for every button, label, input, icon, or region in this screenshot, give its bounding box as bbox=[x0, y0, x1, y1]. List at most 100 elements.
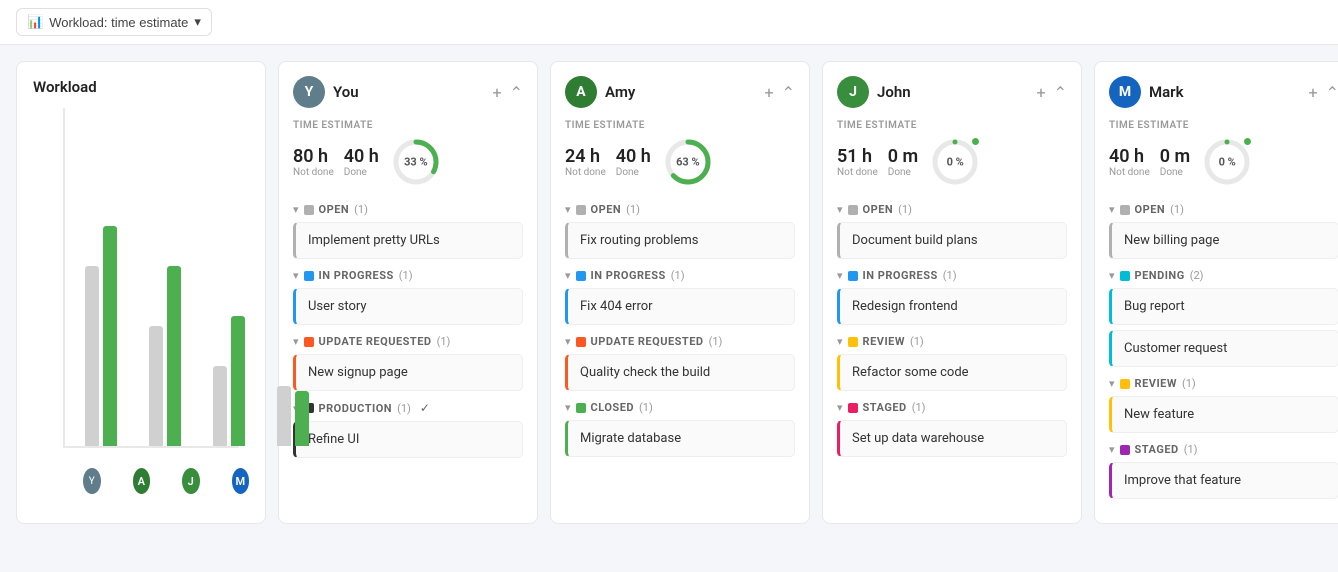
workload-button[interactable]: 📊 Workload: time estimate ▾ bbox=[16, 8, 212, 36]
te-label-3: TIME ESTIMATE bbox=[1109, 120, 1338, 131]
status-dot-3-3 bbox=[1120, 445, 1130, 455]
task-item-0-0-0[interactable]: Implement pretty URLs bbox=[293, 222, 523, 259]
task-item-1-1-0[interactable]: Fix 404 error bbox=[565, 288, 795, 325]
task-item-3-1-0[interactable]: Bug report bbox=[1109, 288, 1338, 325]
status-chevron-2-0: ▾ bbox=[837, 203, 843, 216]
task-item-1-0-0[interactable]: Fix routing problems bbox=[565, 222, 795, 259]
status-header-1-3[interactable]: ▾CLOSED(1) bbox=[565, 401, 795, 414]
donut-3: 0 % bbox=[1200, 135, 1254, 189]
status-group-3-2: ▾REVIEW(1) New feature bbox=[1109, 377, 1338, 433]
task-item-3-3-0[interactable]: Improve that feature bbox=[1109, 462, 1338, 499]
task-item-1-3-0[interactable]: Migrate database bbox=[565, 420, 795, 457]
person-info-3: MMark bbox=[1109, 76, 1184, 108]
te-notdone-val-2: 51 h bbox=[837, 146, 878, 167]
te-notdone-val-1: 24 h bbox=[565, 146, 606, 167]
status-header-0-2[interactable]: ▾UPDATE REQUESTED(1) bbox=[293, 335, 523, 348]
task-item-1-2-0[interactable]: Quality check the build bbox=[565, 354, 795, 391]
status-header-1-0[interactable]: ▾OPEN(1) bbox=[565, 203, 795, 216]
bar-green-1 bbox=[103, 226, 117, 446]
status-group-1-3: ▾CLOSED(1) Migrate database bbox=[565, 401, 795, 457]
task-item-2-3-0[interactable]: Set up data warehouse bbox=[837, 420, 1067, 457]
status-header-3-0[interactable]: ▾OPEN(1) bbox=[1109, 203, 1338, 216]
te-notdone-val-0: 80 h bbox=[293, 146, 334, 167]
status-name-3-2: REVIEW bbox=[1135, 377, 1177, 390]
status-header-0-3[interactable]: ▾PRODUCTION(1)✓ bbox=[293, 401, 523, 415]
check-icon-0-3: ✓ bbox=[420, 401, 430, 415]
add-icon-0[interactable]: + bbox=[493, 83, 502, 102]
status-group-2-3: ▾STAGED(1) Set up data warehouse bbox=[837, 401, 1067, 457]
status-name-2-1: IN PROGRESS bbox=[863, 269, 938, 282]
status-group-0-1: ▾IN PROGRESS(1) User story bbox=[293, 269, 523, 325]
bar-green-3 bbox=[231, 316, 245, 446]
avatar-amy: A bbox=[133, 468, 151, 494]
status-dot-1-3 bbox=[576, 403, 586, 413]
donut-2: 0 % bbox=[928, 135, 982, 189]
avatar-mark: M bbox=[232, 468, 250, 494]
donut-0: 33 % bbox=[389, 135, 443, 189]
te-row-1: 24 hNot done40 hDone 63 % bbox=[565, 135, 795, 189]
task-item-3-1-1[interactable]: Customer request bbox=[1109, 330, 1338, 367]
header-actions-1[interactable]: +⌃ bbox=[765, 83, 795, 102]
status-chevron-1-3: ▾ bbox=[565, 401, 571, 414]
task-item-2-1-0[interactable]: Redesign frontend bbox=[837, 288, 1067, 325]
top-bar: 📊 Workload: time estimate ▾ bbox=[0, 0, 1338, 45]
person-col-john: JJohn+⌃TIME ESTIMATE51 hNot done0 mDone … bbox=[822, 61, 1082, 524]
task-item-3-2-0[interactable]: New feature bbox=[1109, 396, 1338, 433]
status-header-2-1[interactable]: ▾IN PROGRESS(1) bbox=[837, 269, 1067, 282]
status-header-0-0[interactable]: ▾OPEN(1) bbox=[293, 203, 523, 216]
person-header-3: MMark+⌃ bbox=[1109, 76, 1338, 108]
collapse-icon-0[interactable]: ⌃ bbox=[510, 83, 523, 102]
status-header-3-2[interactable]: ▾REVIEW(1) bbox=[1109, 377, 1338, 390]
add-icon-2[interactable]: + bbox=[1037, 83, 1046, 102]
workload-label: Workload: time estimate bbox=[49, 15, 188, 30]
collapse-icon-2[interactable]: ⌃ bbox=[1054, 83, 1067, 102]
collapse-icon-3[interactable]: ⌃ bbox=[1326, 83, 1338, 102]
task-item-0-1-0[interactable]: User story bbox=[293, 288, 523, 325]
add-icon-1[interactable]: + bbox=[765, 83, 774, 102]
status-dot-0-0 bbox=[304, 205, 314, 215]
task-item-3-0-0[interactable]: New billing page bbox=[1109, 222, 1338, 259]
avatar-0: Y bbox=[293, 76, 325, 108]
person-col-mark: MMark+⌃TIME ESTIMATE40 hNot done0 mDone … bbox=[1094, 61, 1338, 524]
donut-label-2: 0 % bbox=[947, 156, 964, 169]
task-item-0-2-0[interactable]: New signup page bbox=[293, 354, 523, 391]
status-header-1-2[interactable]: ▾UPDATE REQUESTED(1) bbox=[565, 335, 795, 348]
person-info-2: J John bbox=[837, 76, 911, 108]
header-actions-0[interactable]: +⌃ bbox=[493, 83, 523, 102]
status-header-2-0[interactable]: ▾OPEN(1) bbox=[837, 203, 1067, 216]
status-group-0-3: ▾PRODUCTION(1)✓ Refine UI bbox=[293, 401, 523, 458]
person-name-2: John bbox=[877, 83, 911, 101]
te-section-3: TIME ESTIMATE 40 hNot done0 mDone 0 % bbox=[1109, 120, 1338, 189]
status-group-1-1: ▾IN PROGRESS(1) Fix 404 error bbox=[565, 269, 795, 325]
status-header-1-1[interactable]: ▾IN PROGRESS(1) bbox=[565, 269, 795, 282]
task-item-2-2-0[interactable]: Refactor some code bbox=[837, 354, 1067, 391]
bar-group-3 bbox=[213, 316, 245, 446]
te-row-3: 40 hNot done0 mDone 0 % bbox=[1109, 135, 1338, 189]
bar-chart-icon: 📊 bbox=[27, 14, 43, 30]
avatar-2: J bbox=[837, 76, 869, 108]
status-header-3-3[interactable]: ▾STAGED(1) bbox=[1109, 443, 1338, 456]
collapse-icon-1[interactable]: ⌃ bbox=[782, 83, 795, 102]
header-actions-2[interactable]: +⌃ bbox=[1037, 83, 1067, 102]
add-icon-3[interactable]: + bbox=[1309, 83, 1318, 102]
status-dot-3-1 bbox=[1120, 271, 1130, 281]
bar-green-4 bbox=[295, 391, 309, 446]
task-item-2-0-0[interactable]: Document build plans bbox=[837, 222, 1067, 259]
status-header-0-1[interactable]: ▾IN PROGRESS(1) bbox=[293, 269, 523, 282]
status-count-2-1: (1) bbox=[943, 269, 957, 282]
status-chevron-1-1: ▾ bbox=[565, 269, 571, 282]
person-col-you: YYou+⌃TIME ESTIMATE80 hNot done40 hDone … bbox=[278, 61, 538, 524]
status-header-3-1[interactable]: ▾PENDING(2) bbox=[1109, 269, 1338, 282]
bar-group-1 bbox=[85, 226, 117, 446]
status-header-2-2[interactable]: ▾REVIEW(1) bbox=[837, 335, 1067, 348]
dropdown-icon: ▾ bbox=[194, 14, 201, 30]
person-col-amy: AAmy+⌃TIME ESTIMATE24 hNot done40 hDone … bbox=[550, 61, 810, 524]
task-item-0-3-0[interactable]: Refine UI bbox=[293, 421, 523, 458]
status-header-2-3[interactable]: ▾STAGED(1) bbox=[837, 401, 1067, 414]
person-info-1: AAmy bbox=[565, 76, 635, 108]
status-name-3-1: PENDING bbox=[1135, 269, 1185, 282]
status-dot-2-3 bbox=[848, 403, 858, 413]
te-label-0: TIME ESTIMATE bbox=[293, 120, 523, 131]
te-done-2: 0 mDone bbox=[888, 146, 918, 178]
header-actions-3[interactable]: +⌃ bbox=[1309, 83, 1338, 102]
